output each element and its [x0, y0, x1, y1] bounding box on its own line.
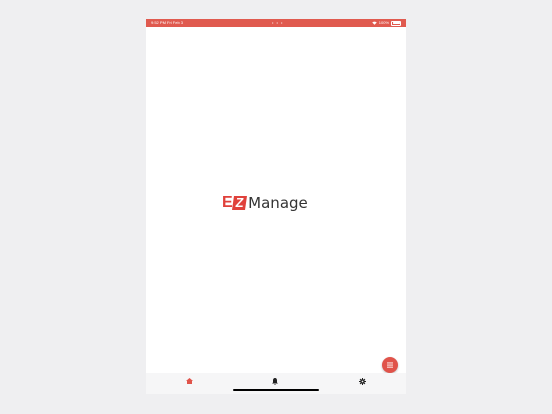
logo-text: Manage: [248, 194, 308, 212]
status-time-date: 9:52 PM Fri Feb 3: [151, 20, 184, 25]
multitasking-dots[interactable]: • • •: [272, 19, 283, 27]
battery-icon: [391, 20, 401, 26]
wifi-icon: [372, 21, 377, 25]
menu-fab-button[interactable]: [382, 357, 398, 373]
bottom-tab-bar: [146, 373, 406, 394]
tab-notifications[interactable]: [256, 373, 296, 390]
menu-icon: [387, 362, 393, 368]
battery-level: [392, 22, 400, 24]
gear-icon: [359, 378, 366, 385]
logo-letter-z: Z: [232, 195, 248, 210]
status-indicators: 100%: [372, 19, 401, 27]
battery-percent: 100%: [378, 20, 389, 25]
main-content: E Z Manage: [146, 27, 406, 373]
tab-home[interactable]: [170, 373, 210, 390]
logo-letter-e: E: [222, 194, 233, 211]
status-bar: 9:52 PM Fri Feb 3 • • • 100%: [146, 19, 406, 27]
home-indicator[interactable]: [233, 389, 319, 391]
tab-settings[interactable]: [343, 373, 383, 390]
app-screen: 9:52 PM Fri Feb 3 • • • 100% E Z Manage: [146, 19, 406, 394]
home-icon: [186, 378, 193, 384]
ezmanage-logo: E Z Manage: [222, 194, 308, 212]
bell-icon: [272, 378, 278, 385]
